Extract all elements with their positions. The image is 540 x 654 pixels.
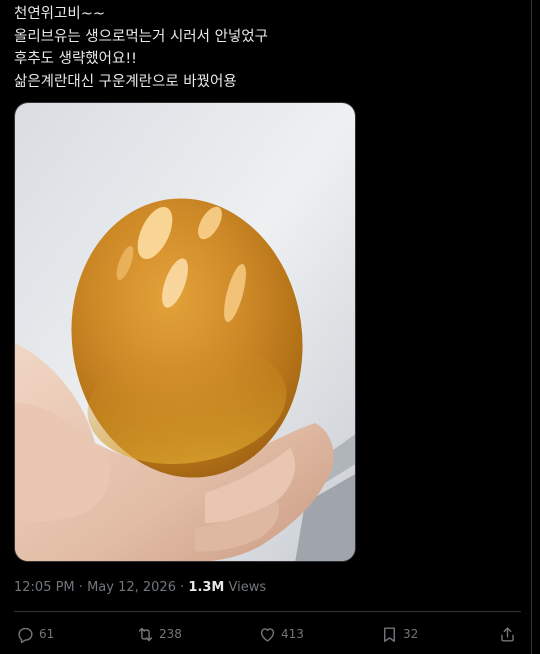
like-count: 413 <box>281 627 304 641</box>
tweet-text-line: 후추도 생략했어요!! <box>14 51 137 67</box>
tweet-text-line: 삶은계란대신 구운계란으로 바꿨어용 <box>14 73 237 90</box>
meta-separator: · <box>78 580 83 595</box>
tweet-text-line: 올리브유는 생으로먹는거 시러서 안넣었구 <box>14 28 268 45</box>
bookmark-count: 32 <box>403 627 419 641</box>
column-divider <box>531 0 532 654</box>
share-button[interactable] <box>498 622 521 646</box>
divider <box>14 611 521 612</box>
retweet-count: 238 <box>159 627 182 641</box>
retweet-icon <box>138 627 153 641</box>
views-label: Views <box>228 580 267 595</box>
tweet-text: 천연위고비~~ 올리브유는 생으로먹는거 시러서 안넣었구 후추도 생략했어요!… <box>14 3 514 93</box>
bookmark-icon <box>384 626 395 642</box>
tweet-meta: 12:05 PM · May 12, 2026 · 1.3M Views <box>14 580 266 595</box>
retweet-button[interactable]: 238 <box>136 622 182 646</box>
tweet-text-line: 천연위고비~~ <box>14 6 105 22</box>
tweet-photo[interactable] <box>14 102 356 562</box>
egg-photo-image <box>15 103 355 561</box>
tweet-actions: 61 238 413 32 <box>14 622 524 646</box>
heart-icon <box>260 627 275 642</box>
tweet-time[interactable]: 12:05 PM <box>14 580 75 595</box>
views-count: 1.3M <box>188 580 225 595</box>
share-icon <box>501 626 514 642</box>
reply-icon <box>18 627 33 643</box>
like-button[interactable]: 413 <box>258 622 304 646</box>
bookmark-button[interactable]: 32 <box>380 622 418 646</box>
reply-button[interactable]: 61 <box>16 622 54 646</box>
meta-separator: · <box>180 580 185 595</box>
reply-count: 61 <box>39 627 55 641</box>
tweet-date[interactable]: May 12, 2026 <box>87 580 176 595</box>
